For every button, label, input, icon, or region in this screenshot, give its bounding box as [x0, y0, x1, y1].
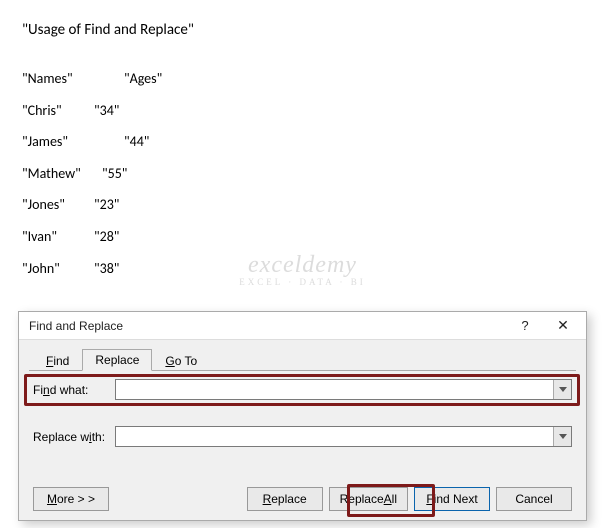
table-row: "John" "38"	[22, 259, 583, 279]
cell-name: "James"	[22, 132, 124, 152]
doc-title: "Usage of Find and Replace"	[22, 20, 583, 41]
replace-dropdown-button[interactable]	[553, 427, 571, 446]
cell-age: "55"	[102, 164, 127, 184]
titlebar: Find and Replace ? ✕	[19, 312, 586, 340]
cell-name: "Chris"	[22, 101, 94, 121]
dialog-title: Find and Replace	[29, 319, 506, 333]
find-replace-dialog: Find and Replace ? ✕ Find Replace Go To …	[18, 311, 587, 521]
close-icon: ✕	[557, 317, 569, 334]
tab-strip: Find Replace Go To	[33, 348, 586, 370]
cell-age: "23"	[94, 195, 119, 215]
find-next-button[interactable]: Find Next	[414, 487, 490, 511]
form-area: Find what: Replace with:	[19, 371, 586, 447]
find-what-combo	[115, 379, 572, 400]
chevron-down-icon	[559, 387, 567, 393]
find-dropdown-button[interactable]	[553, 380, 571, 399]
cancel-button[interactable]: Cancel	[496, 487, 572, 511]
replace-with-row: Replace with:	[33, 426, 572, 447]
more-button[interactable]: More > >	[33, 487, 109, 511]
replace-with-label: Replace with:	[33, 430, 115, 444]
cell-age: "38"	[94, 259, 119, 279]
table-row: "Jones" "23"	[22, 195, 583, 215]
table-row: "Ivan" "28"	[22, 227, 583, 247]
tab-goto[interactable]: Go To	[152, 350, 210, 371]
cell-age: "34"	[94, 101, 119, 121]
replace-with-combo	[115, 426, 572, 447]
find-what-label: Find what:	[33, 383, 115, 397]
button-row: More > > Replace Replace All Find Next C…	[19, 487, 586, 511]
cell-name: "Mathew"	[22, 164, 102, 184]
tab-find[interactable]: Find	[33, 350, 82, 371]
find-what-row: Find what:	[33, 379, 572, 400]
cell-age: "44"	[124, 132, 149, 152]
help-button[interactable]: ?	[506, 313, 544, 339]
table-header: "Names" "Ages"	[22, 69, 583, 89]
cell-name: "Jones"	[22, 195, 94, 215]
replace-all-button[interactable]: Replace All	[329, 487, 408, 511]
find-what-input[interactable]	[116, 380, 553, 399]
table-row: "James" "44"	[22, 132, 583, 152]
replace-with-input[interactable]	[116, 427, 553, 446]
cell-name: "Ivan"	[22, 227, 94, 247]
tab-replace[interactable]: Replace	[82, 349, 152, 371]
close-button[interactable]: ✕	[544, 313, 582, 339]
header-names: "Names"	[22, 69, 124, 89]
chevron-down-icon	[559, 434, 567, 440]
document-body: "Usage of Find and Replace" "Names" "Age…	[0, 0, 605, 300]
replace-button[interactable]: Replace	[247, 487, 323, 511]
cell-name: "John"	[22, 259, 94, 279]
table-row: "Mathew" "55"	[22, 164, 583, 184]
table-row: "Chris" "34"	[22, 101, 583, 121]
header-ages: "Ages"	[124, 69, 162, 89]
cell-age: "28"	[94, 227, 119, 247]
